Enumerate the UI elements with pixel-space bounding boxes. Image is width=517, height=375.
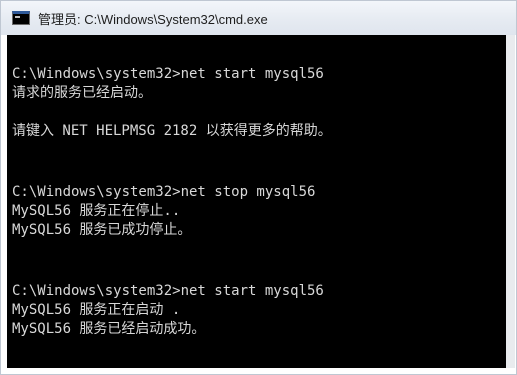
console-line: 请键入 NET HELPMSG 2182 以获得更多的帮助。 — [12, 123, 332, 139]
console-line: MySQL56 服务已成功停止。 — [12, 222, 192, 238]
console-line: 请求的服务已经启动。 — [12, 85, 152, 101]
cmd-window: 管理员: C:\Windows\System32\cmd.exe C:\Wind… — [0, 0, 517, 375]
console-line: MySQL56 服务正在停止.. — [12, 203, 181, 219]
cmd-icon — [12, 11, 30, 25]
console-line: MySQL56 服务已经启动成功。 — [12, 321, 206, 337]
console-line: C:\Windows\system32>net stop mysql56 — [12, 184, 316, 200]
console-line: C:\Windows\system32>net start mysql56 — [12, 283, 324, 299]
window-title: 管理员: C:\Windows\System32\cmd.exe — [38, 11, 268, 27]
title-bar[interactable]: 管理员: C:\Windows\System32\cmd.exe — [1, 1, 516, 35]
console-output[interactable]: C:\Windows\system32>net start mysql56 请求… — [7, 35, 507, 368]
console-line: C:\Windows\system32>net start mysql56 — [12, 66, 324, 82]
vertical-scrollbar[interactable] — [506, 35, 515, 368]
console-line: MySQL56 服务正在启动 . — [12, 302, 181, 318]
